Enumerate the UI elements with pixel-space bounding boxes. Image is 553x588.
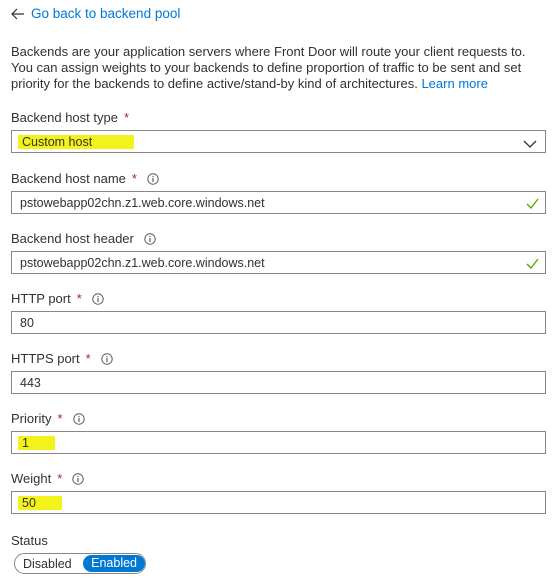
status-toggle[interactable]: Disabled Enabled bbox=[14, 553, 146, 574]
backend-host-name-input[interactable]: pstowebapp02chn.z1.web.core.windows.net bbox=[11, 191, 546, 214]
weight-value: 50 bbox=[18, 495, 62, 510]
description: Backends are your application servers wh… bbox=[11, 44, 541, 92]
info-icon[interactable] bbox=[72, 412, 85, 425]
backend-host-header-input[interactable]: pstowebapp02chn.z1.web.core.windows.net bbox=[11, 251, 546, 274]
back-link-label: Go back to backend pool bbox=[31, 6, 181, 21]
weight-label: Weight * bbox=[11, 471, 84, 486]
http-port-label: HTTP port * bbox=[11, 291, 104, 306]
chevron-down-icon bbox=[523, 137, 537, 152]
backend-host-type-dropdown[interactable]: Custom host bbox=[11, 130, 546, 153]
checkmark-icon bbox=[526, 257, 539, 272]
status-option-enabled[interactable]: Enabled bbox=[83, 555, 145, 572]
required-marker: * bbox=[76, 291, 82, 306]
backend-host-name-label: Backend host name * bbox=[11, 171, 159, 186]
backend-host-header-label: Backend host header bbox=[11, 231, 156, 246]
required-marker: * bbox=[57, 471, 63, 486]
priority-input[interactable]: 1 bbox=[11, 431, 546, 454]
priority-value: 1 bbox=[18, 435, 55, 450]
https-port-input[interactable]: 443 bbox=[11, 371, 546, 394]
http-port-input[interactable]: 80 bbox=[11, 311, 546, 334]
required-marker: * bbox=[123, 110, 130, 125]
arrow-left-icon bbox=[11, 8, 25, 20]
checkmark-icon bbox=[526, 197, 539, 212]
priority-label: Priority * bbox=[11, 411, 85, 426]
info-icon[interactable] bbox=[92, 292, 104, 305]
status-option-disabled[interactable]: Disabled bbox=[15, 557, 79, 571]
https-port-value: 443 bbox=[20, 375, 41, 390]
backend-host-type-value: Custom host bbox=[18, 134, 135, 149]
required-marker: * bbox=[131, 171, 137, 186]
required-marker: * bbox=[57, 411, 63, 426]
info-icon[interactable] bbox=[100, 352, 113, 365]
info-icon[interactable] bbox=[72, 472, 84, 485]
weight-input[interactable]: 50 bbox=[11, 491, 546, 514]
info-icon[interactable] bbox=[144, 232, 156, 245]
back-to-backend-pool-link[interactable]: Go back to backend pool bbox=[11, 6, 180, 21]
required-marker: * bbox=[85, 351, 91, 366]
info-icon[interactable] bbox=[147, 172, 159, 185]
https-port-label: HTTPS port * bbox=[11, 351, 113, 366]
backend-host-type-label: Backend host type * bbox=[11, 110, 130, 125]
backend-host-header-value: pstowebapp02chn.z1.web.core.windows.net bbox=[20, 255, 265, 270]
backend-host-name-value: pstowebapp02chn.z1.web.core.windows.net bbox=[20, 195, 265, 210]
status-label: Status bbox=[11, 533, 48, 548]
http-port-value: 80 bbox=[20, 315, 34, 330]
learn-more-link[interactable]: Learn more bbox=[421, 76, 487, 91]
